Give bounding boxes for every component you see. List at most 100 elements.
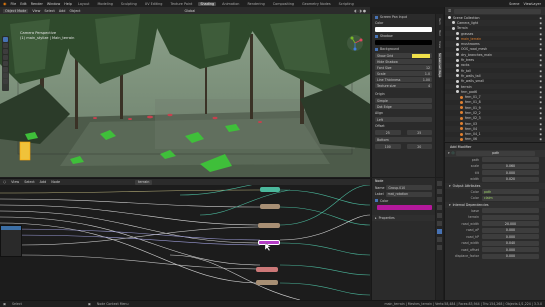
scale-icon[interactable] bbox=[3, 61, 8, 66]
visibility-eye-icon[interactable]: ◉ bbox=[539, 37, 542, 41]
property-value-field[interactable]: 0.000 bbox=[482, 247, 539, 253]
menu-edit[interactable]: Edit bbox=[20, 2, 27, 6]
tab-texture-paint[interactable]: Texture Paint bbox=[168, 2, 194, 6]
output-properties-icon[interactable] bbox=[437, 197, 442, 202]
world-properties-icon[interactable] bbox=[437, 213, 442, 218]
menu-window[interactable]: Window bbox=[47, 2, 60, 6]
properties-section[interactable]: ▸ Properties bbox=[372, 214, 435, 221]
visibility-eye-icon[interactable]: ◉ bbox=[539, 42, 542, 46]
annotate-icon[interactable] bbox=[3, 73, 8, 78]
render-properties-icon[interactable] bbox=[437, 189, 442, 194]
visibility-eye-icon[interactable]: ◉ bbox=[539, 90, 542, 94]
visibility-eye-icon[interactable]: ◉ bbox=[539, 69, 542, 73]
visibility-eye-icon[interactable]: ◉ bbox=[539, 74, 542, 78]
rotate-icon[interactable] bbox=[3, 55, 8, 60]
node-color-swatch[interactable] bbox=[377, 204, 432, 210]
property-value-field[interactable] bbox=[482, 214, 539, 220]
node-tree-selector[interactable]: terrain bbox=[135, 179, 153, 185]
node-teal-1[interactable] bbox=[260, 187, 280, 192]
tab-compositing[interactable]: Compositing bbox=[271, 2, 296, 6]
visibility-eye-icon[interactable]: ◉ bbox=[539, 21, 542, 25]
visibility-eye-icon[interactable]: ◉ bbox=[539, 79, 542, 83]
visibility-eye-icon[interactable]: ◉ bbox=[539, 63, 542, 67]
node-frame-left[interactable] bbox=[0, 225, 22, 257]
visibility-eye-icon[interactable]: ◉ bbox=[539, 132, 542, 136]
visibility-eye-icon[interactable]: ◉ bbox=[539, 47, 542, 51]
line-thickness-field[interactable]: Line Thickness 1.00 bbox=[375, 77, 432, 82]
offset-x-field[interactable]: 25 bbox=[375, 130, 401, 135]
physics-properties-icon[interactable] bbox=[437, 237, 442, 242]
property-value-field[interactable]: 0.000 bbox=[482, 234, 539, 240]
property-value-field[interactable]: 0.000 bbox=[482, 253, 539, 259]
tab-sculpting[interactable]: Sculpting bbox=[119, 2, 139, 6]
node-pink-1[interactable] bbox=[256, 267, 278, 272]
tool-properties-icon[interactable] bbox=[437, 181, 442, 186]
ne-menu-view[interactable]: View bbox=[11, 180, 19, 184]
blender-logo-icon[interactable]: ◉ bbox=[3, 1, 7, 6]
visibility-eye-icon[interactable]: ◉ bbox=[539, 137, 542, 141]
visibility-eye-icon[interactable]: ◉ bbox=[539, 26, 542, 30]
bottom-dropdown[interactable]: Bottom bbox=[375, 137, 432, 142]
visibility-eye-icon[interactable]: ◉ bbox=[539, 111, 542, 115]
visibility-eye-icon[interactable]: ◉ bbox=[539, 53, 542, 57]
measure-icon[interactable] bbox=[3, 79, 8, 84]
node-tan-1[interactable] bbox=[260, 204, 280, 209]
menu-view[interactable]: View bbox=[32, 9, 40, 13]
visibility-eye-icon[interactable]: ◉ bbox=[539, 85, 542, 89]
scale-field[interactable]: Scale 1.0 bbox=[375, 71, 432, 76]
shadow-color-swatch[interactable] bbox=[375, 40, 432, 45]
property-value-field[interactable]: claim bbox=[482, 195, 539, 201]
tab-rendering[interactable]: Rendering bbox=[245, 2, 266, 6]
extra-field-1[interactable]: 100 bbox=[375, 144, 401, 149]
add-modifier-button[interactable]: Add Modifier bbox=[445, 143, 545, 150]
texture-size-field[interactable]: Texture size 4 bbox=[375, 83, 432, 88]
tab-scripting[interactable]: Scripting bbox=[337, 2, 356, 6]
object-properties-icon[interactable] bbox=[437, 221, 442, 226]
show-grid-field[interactable]: Show Grid bbox=[375, 53, 432, 58]
visibility-eye-icon[interactable]: ◉ bbox=[539, 16, 542, 20]
ne-menu-add[interactable]: Add bbox=[40, 180, 47, 184]
mode-selector[interactable]: Object Mode bbox=[3, 8, 29, 13]
visibility-eye-icon[interactable]: ◉ bbox=[539, 127, 542, 131]
view-layer-selector[interactable]: ViewLayer bbox=[524, 2, 542, 6]
hide-shadow-field[interactable]: Hide Shadow bbox=[375, 59, 432, 64]
navigation-gizmo[interactable] bbox=[346, 34, 364, 52]
transform-orientation[interactable]: Global bbox=[185, 9, 196, 13]
offset-y-field[interactable]: 25 bbox=[406, 130, 432, 135]
ne-menu-select[interactable]: Select bbox=[24, 180, 34, 184]
extra-field-2[interactable]: 20 bbox=[406, 144, 432, 149]
cursor-icon[interactable] bbox=[3, 43, 8, 48]
tab-geometry-nodes[interactable]: Geometry Nodes bbox=[300, 2, 333, 6]
align-dropdown[interactable]: Left bbox=[375, 117, 432, 122]
tab-animation[interactable]: Animation bbox=[220, 2, 241, 6]
scene-properties-icon[interactable] bbox=[437, 205, 442, 210]
move-icon[interactable] bbox=[3, 49, 8, 54]
menu-add[interactable]: Add bbox=[59, 9, 66, 13]
shading-modes-icon[interactable]: ◐ ◑ ● bbox=[354, 9, 366, 13]
tab-item[interactable]: Item bbox=[438, 18, 442, 25]
transform-icon[interactable] bbox=[3, 67, 8, 72]
tab-view[interactable]: View bbox=[438, 41, 442, 48]
property-value-field[interactable] bbox=[482, 208, 539, 214]
checkbox-icon[interactable] bbox=[375, 199, 378, 203]
dot-edge-dropdown[interactable]: Dot Edge bbox=[375, 104, 432, 109]
menu-render[interactable]: Render bbox=[31, 2, 43, 6]
outliner-search-input[interactable] bbox=[454, 8, 541, 14]
3d-viewport[interactable]: Camera Perspective (1) main_stylize | Ma… bbox=[0, 14, 370, 177]
node-tan-2[interactable] bbox=[258, 223, 280, 228]
color-swatch[interactable] bbox=[375, 27, 432, 32]
style-dropdown[interactable]: Simple bbox=[375, 98, 432, 103]
checkbox-icon[interactable] bbox=[375, 34, 378, 38]
scene-selector[interactable]: Scene bbox=[509, 2, 519, 6]
background-color-swatch[interactable] bbox=[412, 53, 430, 58]
node-name-field[interactable]: Group.010 bbox=[386, 185, 432, 191]
select-box-icon[interactable] bbox=[3, 37, 8, 42]
property-value-field[interactable]: 20.000 bbox=[482, 221, 539, 227]
modifier-properties-icon[interactable] bbox=[437, 229, 442, 234]
visibility-eye-icon[interactable]: ◉ bbox=[539, 95, 542, 99]
visibility-eye-icon[interactable]: ◉ bbox=[539, 32, 542, 36]
menu-help[interactable]: Help bbox=[64, 2, 72, 6]
property-value-field[interactable]: 0.000 bbox=[482, 227, 539, 233]
modifier-name-field[interactable]: path bbox=[456, 150, 535, 156]
tab-screencast-keys[interactable]: Screencast Keys bbox=[438, 52, 442, 78]
